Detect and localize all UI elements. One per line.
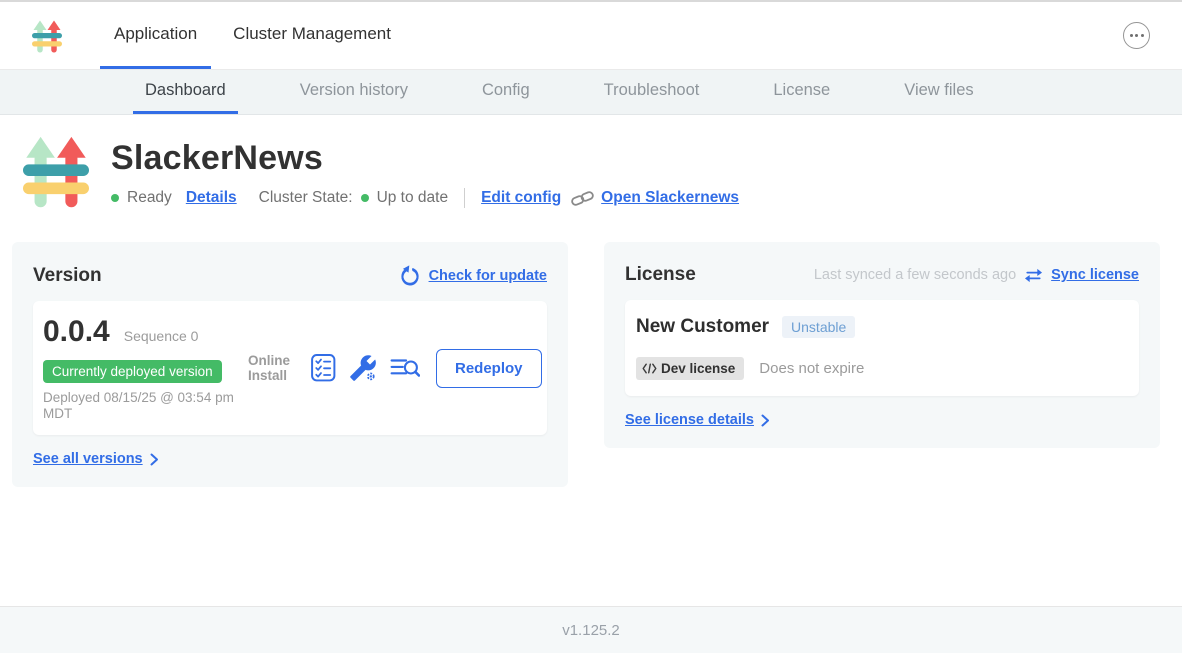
checklist-icon [311,354,336,382]
app-header: SlackerNews Ready Details Cluster State:… [0,115,1182,214]
tab-application-label: Application [114,24,197,44]
app-status-text: Ready [127,189,172,207]
currently-deployed-badge: Currently deployed version [43,360,222,383]
slackernews-logo-icon [32,19,62,53]
tab-cluster-management[interactable]: Cluster Management [219,2,405,69]
refresh-icon [399,264,421,287]
tab-application[interactable]: Application [100,2,211,69]
chevron-right-icon [150,453,159,466]
license-type-badge: Dev license [636,357,744,380]
code-icon [642,363,657,374]
license-details-panel: New Customer Unstable Dev license [625,300,1139,396]
redeploy-button[interactable]: Redeploy [436,349,542,388]
app-footer: v1.125.2 [0,606,1182,653]
ellipsis-icon [1130,34,1133,37]
app-logo-large [23,133,89,214]
page-title: SlackerNews [111,139,739,178]
sync-license-link[interactable]: Sync license [1051,267,1139,283]
app-status-dot [111,194,119,202]
current-version-panel: 0.0.4 Sequence 0 Currently deployed vers… [33,301,547,435]
app-logo-small [32,2,62,69]
channel-badge: Unstable [782,316,855,338]
subtab-config[interactable]: Config [470,70,542,114]
subtab-dashboard[interactable]: Dashboard [133,70,238,114]
sync-icon [1024,267,1043,284]
view-diff-button[interactable] [390,356,420,380]
app-status-row: Ready Details Cluster State: Up to date … [111,188,739,208]
console-version: v1.125.2 [562,622,620,639]
license-card-title: License [625,264,696,286]
see-all-versions-link[interactable]: See all versions [33,451,143,467]
see-license-details-link[interactable]: See license details [625,412,754,428]
license-expiry: Does not expire [759,360,864,377]
edit-config-link[interactable]: Edit config [481,189,561,207]
tab-cluster-management-label: Cluster Management [233,24,391,44]
check-for-update-link[interactable]: Check for update [429,268,547,284]
divider [464,188,465,208]
wrench-gear-icon [349,354,377,382]
version-card-title: Version [33,265,102,287]
preflight-checks-button[interactable] [311,354,336,382]
version-card: Version Check for update 0.0.4 Sequence … [12,242,568,487]
more-options-button[interactable] [1123,22,1150,49]
cluster-state-value: Up to date [377,189,449,207]
open-app-link[interactable]: Open Slackernews [601,189,739,207]
link-icon [571,191,595,206]
subtab-version-history[interactable]: Version history [288,70,420,114]
install-type-label: Online Install [248,353,298,384]
customer-name: New Customer [636,316,769,338]
sequence-label: Sequence 0 [124,328,199,344]
last-synced-text: Last synced a few seconds ago [814,267,1016,283]
top-navigation-bar: Application Cluster Management [0,2,1182,70]
dashboard-content: SlackerNews Ready Details Cluster State:… [0,115,1182,606]
version-number: 0.0.4 [43,315,110,349]
deployed-timestamp: Deployed 08/15/25 @ 03:54 pm MDT [43,390,248,421]
cluster-state-dot [361,194,369,202]
lines-magnifier-icon [390,356,420,380]
subtab-troubleshoot[interactable]: Troubleshoot [592,70,712,114]
subtab-license[interactable]: License [761,70,842,114]
license-type-label: Dev license [661,361,735,376]
slackernews-logo-icon [23,133,89,209]
cluster-state-label: Cluster State: [259,189,353,207]
details-link[interactable]: Details [186,189,237,207]
subtab-view-files[interactable]: View files [892,70,985,114]
app-sub-navigation: Dashboard Version history Config Trouble… [0,70,1182,115]
chevron-right-icon [761,414,770,427]
edit-config-button[interactable] [349,354,377,382]
license-card: License Last synced a few seconds ago Sy… [604,242,1160,448]
